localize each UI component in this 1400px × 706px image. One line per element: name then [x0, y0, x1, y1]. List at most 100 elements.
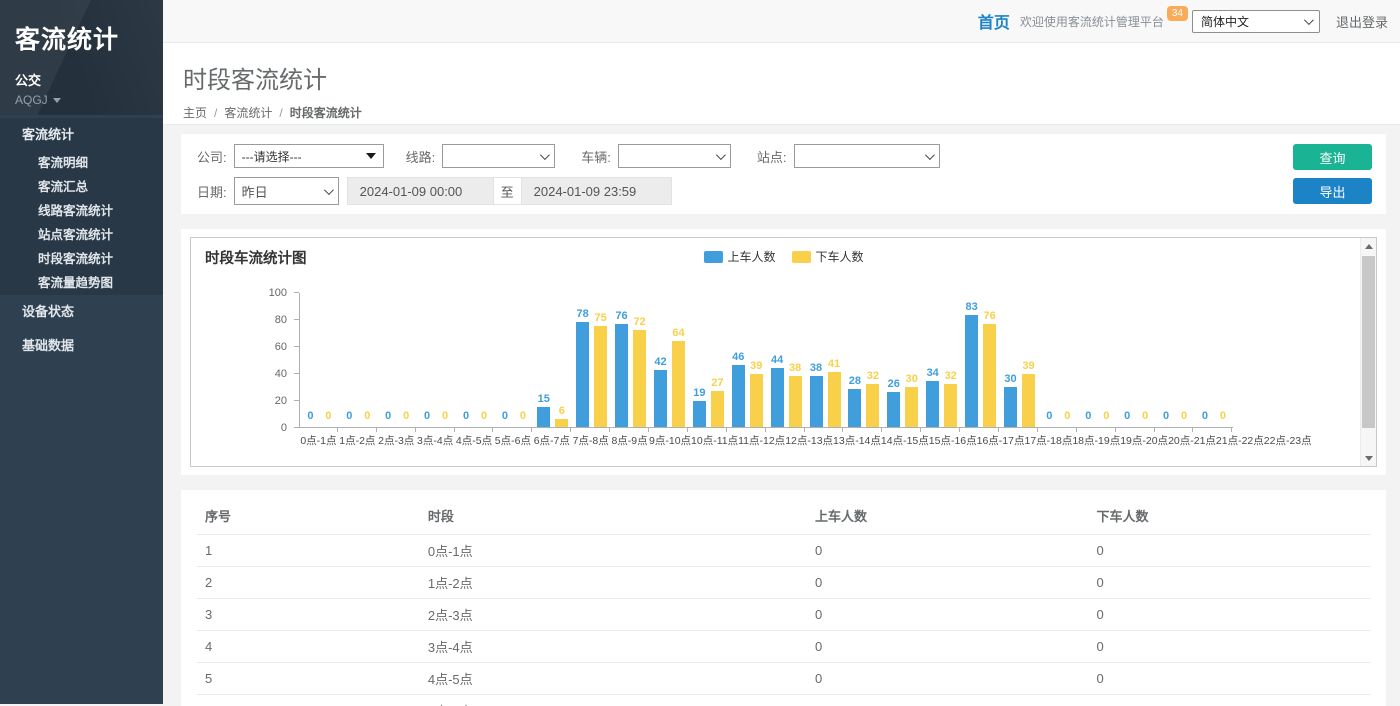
x-axis-label: 6点-7点 — [532, 433, 571, 448]
bar-group: 3432 — [922, 292, 961, 427]
x-tickmark — [727, 428, 766, 432]
x-axis-label: 7点-8点 — [571, 433, 610, 448]
legend-item-下车人数[interactable]: 下车人数 — [792, 248, 864, 265]
filter-panel: 公司: ---请选择--- 线路: 车辆: 站点: — [181, 134, 1386, 214]
x-axis-label-text: 3点-4点 — [417, 433, 453, 448]
x-tickmark — [1038, 428, 1077, 432]
x-axis-label-text: 6点-7点 — [534, 433, 570, 448]
bar-column: 39 — [750, 361, 763, 427]
legend-swatch-icon — [792, 251, 811, 263]
bar-group: 00 — [378, 292, 417, 427]
plot-area: 0000000000001567875767242641927463944383… — [299, 293, 1233, 428]
home-link[interactable]: 首页 — [978, 9, 1010, 33]
sidebar-subitem-客流量趋势图[interactable]: 客流量趋势图 — [0, 271, 163, 295]
sidebar-item-基础数据[interactable]: 基础数据 — [0, 329, 163, 363]
vehicle-select[interactable] — [618, 144, 731, 168]
bar-column: 78 — [576, 309, 589, 427]
bar-column: 0 — [421, 411, 434, 427]
table-cell: 6 — [197, 695, 420, 706]
bar-value-label: 0 — [502, 411, 508, 422]
sidebar-subitem-客流明细[interactable]: 客流明细 — [0, 151, 163, 175]
bar — [983, 324, 996, 427]
y-tickmark — [294, 319, 299, 320]
sidebar-subitem-时段客流统计[interactable]: 时段客流统计 — [0, 247, 163, 271]
legend-label: 上车人数 — [727, 248, 775, 265]
bar-value-label: 30 — [906, 374, 918, 385]
sidebar-subitem-站点客流统计[interactable]: 站点客流统计 — [0, 223, 163, 247]
bar-column: 72 — [633, 317, 646, 427]
date-preset-value: 昨日 — [242, 182, 268, 201]
x-axis-label-text: 0点-1点 — [300, 433, 336, 448]
bar-value-label: 0 — [424, 411, 430, 422]
x-tickmark — [493, 428, 532, 432]
bar-group: 78 75 — [572, 292, 611, 427]
y-tick-label: 0 — [281, 423, 287, 433]
legend-swatch-icon — [703, 251, 722, 263]
station-select[interactable] — [794, 144, 940, 168]
bar-value-label: 32 — [867, 371, 879, 382]
bar-column: 46 — [732, 352, 745, 427]
bar-column: 76 — [983, 311, 996, 427]
breadcrumb-home[interactable]: 主页 — [183, 104, 207, 121]
breadcrumb-separator: / — [214, 106, 217, 120]
legend-item-上车人数[interactable]: 上车人数 — [703, 248, 775, 265]
caret-down-icon — [53, 98, 61, 103]
bar-column: 38 — [810, 363, 823, 427]
sidebar-subitem-客流汇总[interactable]: 客流汇总 — [0, 175, 163, 199]
station-label: 站点: — [757, 147, 787, 166]
date-to-input[interactable]: 2024-01-09 23:59 — [521, 177, 672, 205]
page-title: 时段客流统计 — [183, 60, 1400, 95]
line-select[interactable] — [442, 144, 555, 168]
bar-value-label: 34 — [927, 368, 939, 379]
sidebar-item-客流统计[interactable]: 客流统计 — [0, 118, 163, 151]
x-axis-label-text: 10点-11点 — [691, 433, 738, 448]
table-cell: 1 — [197, 535, 420, 567]
table-row: 10点-1点00 — [197, 535, 1370, 567]
table-body: 10点-1点0021点-2点0032点-3点0043点-4点0054点-5点00… — [197, 535, 1370, 706]
logout-link[interactable]: 退出登录 — [1336, 12, 1388, 31]
table-cell: 0 — [1088, 663, 1370, 695]
x-axis-label-text: 8点-9点 — [611, 433, 647, 448]
scrollbar-thumb[interactable] — [1362, 256, 1375, 428]
bar-value-label: 0 — [1085, 411, 1091, 422]
bar-column: 0 — [1121, 411, 1134, 427]
language-select[interactable]: 简体中文 — [1192, 10, 1320, 33]
bar-group: 2832 — [844, 292, 883, 427]
table-cell: 0 — [1088, 631, 1370, 663]
date-preset-select[interactable]: 昨日 — [234, 177, 339, 205]
filter-row-selects: 公司: ---请选择--- 线路: 车辆: 站点: — [197, 144, 1370, 168]
bar-column: 0 — [1139, 411, 1152, 427]
bar-column: 0 — [478, 411, 491, 427]
x-tickmark — [377, 428, 416, 432]
sidebar-item-设备状态[interactable]: 设备状态 — [0, 295, 163, 329]
sidebar-subitem-线路客流统计[interactable]: 线路客流统计 — [0, 199, 163, 223]
x-axis-label: 1点-2点 — [338, 433, 377, 448]
bar — [1022, 374, 1035, 427]
bar-value-label: 46 — [732, 352, 744, 363]
bar — [887, 392, 900, 427]
org-code-dropdown[interactable]: AQGJ — [15, 93, 163, 107]
scrollbar-up-button[interactable] — [1361, 238, 1376, 254]
query-button[interactable]: 查询 — [1293, 144, 1372, 170]
x-tickmark — [299, 428, 338, 432]
bar-value-label: 39 — [1022, 361, 1034, 372]
date-from-input[interactable]: 2024-01-09 00:00 — [347, 177, 494, 205]
bar — [654, 370, 667, 427]
bar-value-label: 75 — [595, 313, 607, 324]
bar-value-label: 0 — [442, 411, 448, 422]
sidebar-section-active: 客流统计客流明细客流汇总线路客流统计站点客流统计时段客流统计客流量趋势图 — [0, 118, 163, 295]
breadcrumb-parent[interactable]: 客流统计 — [224, 104, 272, 121]
welcome-text: 欢迎使用客流统计管理平台 — [1020, 13, 1164, 30]
bar — [848, 389, 861, 427]
x-axis-label-text: 16点-17点 — [977, 433, 1025, 448]
company-select[interactable]: ---请选择--- — [234, 144, 384, 168]
bar-value-label: 0 — [403, 411, 409, 422]
bar-column: 42 — [654, 357, 667, 427]
scrollbar-down-button[interactable] — [1361, 450, 1376, 466]
bar — [711, 391, 724, 427]
export-button[interactable]: 导出 — [1293, 178, 1372, 204]
bar-column: 19 — [693, 388, 706, 427]
bar — [1004, 387, 1017, 428]
topbar: 首页 欢迎使用客流统计管理平台 34 简体中文 退出登录 — [163, 0, 1400, 43]
language-select-value: 简体中文 — [1201, 13, 1249, 30]
